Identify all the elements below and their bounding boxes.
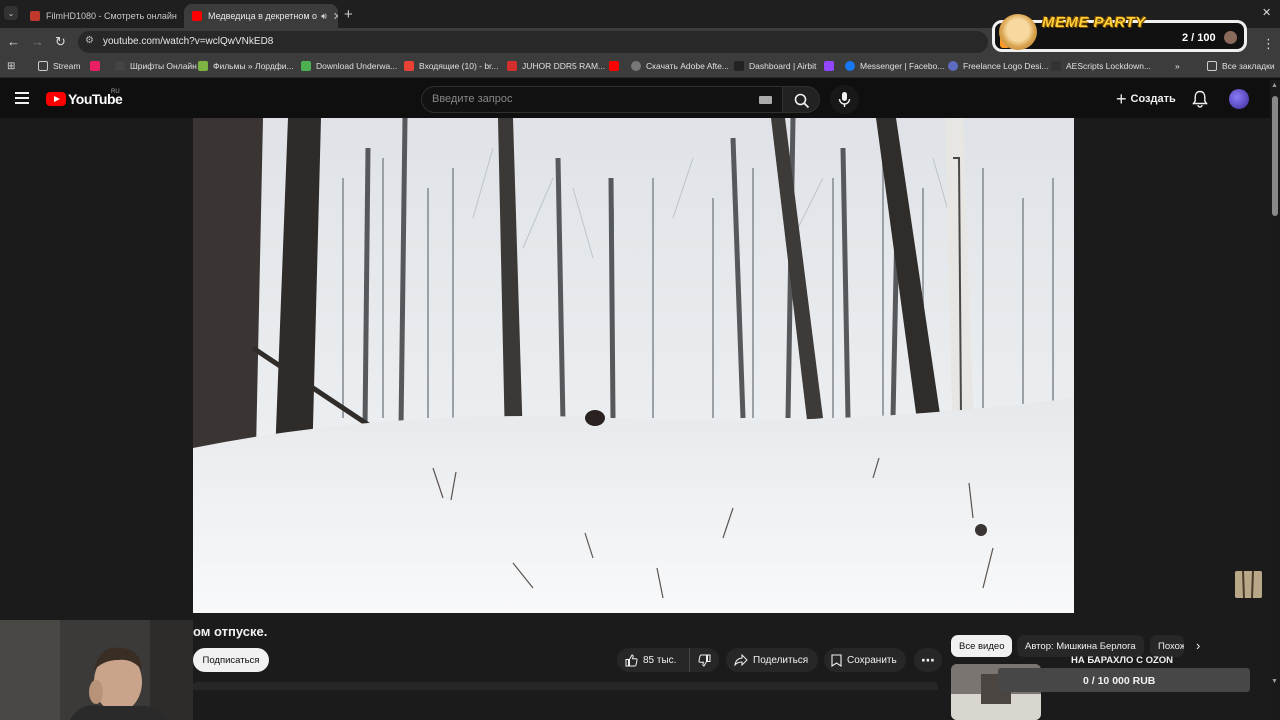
donation-goal-amount: 0 / 10 000 RUB (1083, 675, 1156, 687)
bookmark-favicon (631, 61, 641, 71)
scroll-down-arrow-icon[interactable]: ▼ (1271, 678, 1278, 685)
scroll-up-arrow-icon[interactable]: ▲ (1271, 82, 1278, 89)
share-icon (734, 654, 748, 666)
browser-tab[interactable]: FilmHD1080 - Смотреть онлайн ✕ (22, 4, 180, 28)
bookmark-favicon (198, 61, 208, 71)
folder-icon (38, 61, 48, 71)
mini-preview-graphic (1235, 571, 1262, 598)
tab-title: Медведица в декретном о (208, 11, 318, 21)
mini-preview-image (1235, 571, 1262, 598)
chip-author[interactable]: Автор: Мишкина Берлога (1017, 635, 1144, 657)
bookmark-item[interactable]: Входящие (10) - br... (404, 61, 499, 71)
chip-related[interactable]: Похож (1150, 635, 1184, 657)
bookmark-favicon (115, 61, 125, 71)
bookmark-favicon (1051, 61, 1061, 71)
save-button[interactable]: Сохранить (824, 648, 906, 672)
streamer-webcam-image (0, 620, 193, 720)
bookmark-item[interactable]: Фильмы » Лордфи... (198, 61, 294, 71)
bookmark-item[interactable]: Messenger | Facebo... (845, 61, 944, 71)
create-button[interactable]: + Создать (1108, 87, 1184, 111)
share-button[interactable]: Поделиться (726, 648, 818, 672)
filmhd-favicon (30, 11, 40, 21)
folder-icon (1207, 61, 1217, 71)
close-icon[interactable]: ✕ (327, 10, 338, 23)
bookmark-item[interactable]: AEScripts Lockdown... (1051, 61, 1151, 71)
bookmarks-overflow-icon[interactable]: » (1175, 61, 1180, 71)
site-settings-icon[interactable]: ⚙︎ (85, 35, 94, 46)
bookmark-favicon (507, 61, 517, 71)
meme-party-title: MEME PARTY (1042, 14, 1146, 31)
bookmark-item[interactable]: Все закладки (1207, 61, 1275, 71)
bookmark-favicon (301, 61, 311, 71)
facebook-icon (845, 61, 855, 71)
new-tab-button[interactable]: + (344, 6, 353, 23)
more-actions-icon[interactable]: ⋯ (914, 648, 942, 672)
gmail-icon (404, 61, 414, 71)
bookmark-icon (831, 653, 842, 667)
twitch-icon (824, 61, 834, 71)
description-box[interactable] (193, 682, 938, 690)
bear-figure (585, 410, 605, 426)
doge-icon (999, 14, 1037, 50)
bookmark-item[interactable] (90, 61, 105, 71)
bookmark-item[interactable]: Download Underwa... (301, 61, 397, 71)
youtube-favicon (609, 61, 619, 71)
bookmark-item[interactable]: JUHOR DDR5 RAM... (507, 61, 605, 71)
url-text[interactable]: youtube.com/watch?v=wclQwVNkED8 (103, 36, 273, 47)
notifications-bell-icon[interactable] (1192, 90, 1208, 108)
tab-title: FilmHD1080 - Смотреть онлайн (46, 11, 177, 21)
keyboard-icon[interactable] (759, 96, 772, 104)
youtube-logo-icon[interactable] (46, 92, 66, 106)
webcam-overlay (0, 620, 193, 720)
microphone-icon (838, 92, 851, 107)
tab-search-button[interactable]: ⌄ (4, 6, 18, 20)
bookmark-item[interactable]: Скачать Adobe Afte... (631, 61, 729, 71)
window-close-icon[interactable]: ✕ (1262, 6, 1271, 19)
bookmark-item[interactable]: Stream (38, 61, 80, 71)
thumbs-up-icon (625, 653, 638, 666)
search-placeholder: Введите запрос (432, 93, 513, 105)
plus-icon: + (1116, 88, 1127, 109)
donation-goal-title: НА БАРАХЛО С OZON (1071, 655, 1174, 666)
chevron-right-icon[interactable]: › (1196, 638, 1200, 653)
browser-tab-active[interactable]: Медведица в декретном о 🔊︎ ✕ (184, 4, 338, 28)
voice-search-button[interactable] (830, 85, 859, 114)
avatar[interactable] (1229, 89, 1249, 109)
scrollbar-thumb[interactable] (1272, 96, 1278, 216)
bookmark-item[interactable]: Шрифты Онлайн (115, 61, 197, 71)
like-button[interactable]: 85 тыс. (617, 648, 689, 672)
reload-icon[interactable]: ↻ (55, 34, 66, 50)
youtube-favicon (192, 11, 202, 21)
back-icon[interactable]: ← (7, 34, 20, 49)
browser-menu-icon[interactable]: ⋮ (1262, 36, 1275, 52)
video-frame-forest (193, 118, 1074, 613)
bookmark-item[interactable] (609, 61, 624, 71)
menu-icon[interactable] (15, 92, 29, 104)
bookmark-favicon (90, 61, 100, 71)
bookmark-item[interactable] (824, 61, 839, 71)
bookmark-favicon (948, 61, 958, 71)
close-icon[interactable]: ✕ (177, 10, 180, 23)
apps-icon[interactable]: ⊞ (7, 61, 15, 72)
video-title: ом отпуске. (193, 624, 268, 639)
chip-all-videos[interactable]: Все видео (951, 635, 1013, 657)
bookmark-item[interactable]: Dashboard | Airbit (734, 61, 816, 71)
video-player[interactable] (193, 118, 1074, 613)
meme-party-count: 2 / 100 (1182, 32, 1216, 44)
region-label: RU (111, 89, 120, 95)
dislike-button[interactable] (689, 648, 719, 672)
search-icon (794, 93, 810, 109)
bookmark-item[interactable]: Freelance Logo Desi... (948, 61, 1049, 71)
search-button[interactable] (782, 86, 820, 113)
forward-icon[interactable]: → (31, 34, 44, 49)
thumbs-down-icon (698, 654, 711, 667)
subscribe-button[interactable]: Подписаться (193, 648, 269, 672)
bookmark-favicon (734, 61, 744, 71)
coin-icon (1224, 31, 1237, 44)
